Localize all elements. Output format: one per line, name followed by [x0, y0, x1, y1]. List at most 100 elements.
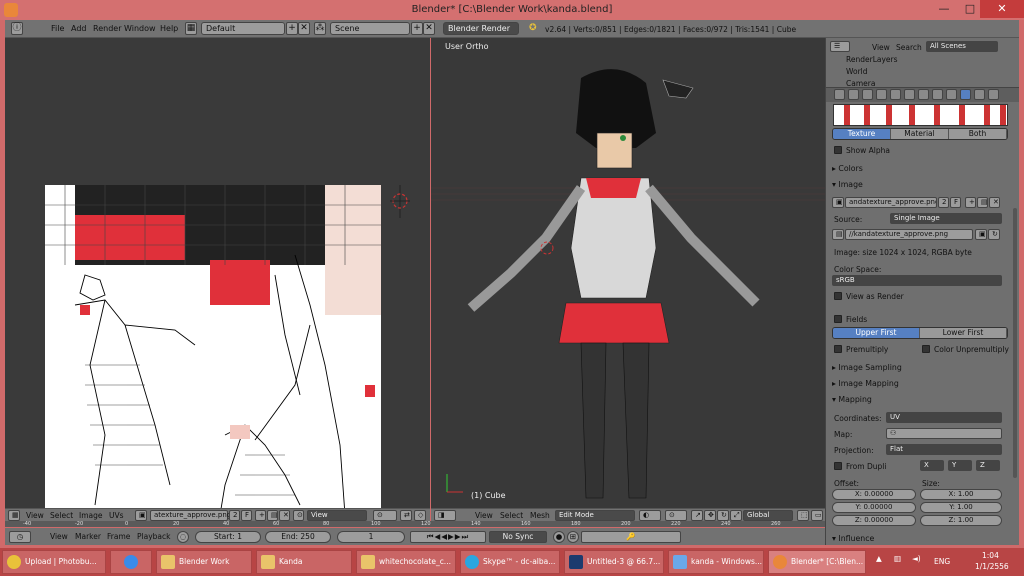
size-z-field[interactable]: Z: 1.00 — [920, 515, 1002, 526]
upper-first-button[interactable]: Upper First — [833, 328, 920, 338]
keying-set-icon[interactable]: ⊞ — [567, 531, 579, 543]
from-dupli-checkbox[interactable] — [834, 462, 842, 470]
file-browse-icon[interactable]: ▣ — [975, 229, 987, 240]
reload-icon[interactable]: ↻ — [988, 229, 1000, 240]
timeline-ruler[interactable]: -40 -20 0 20 40 60 80 100 120 140 160 18… — [5, 521, 825, 527]
scene-tab-icon[interactable] — [848, 89, 859, 100]
physics-tab-icon[interactable] — [988, 89, 999, 100]
current-frame-field[interactable]: 1 — [337, 531, 405, 543]
scene-remove-button[interactable]: ✕ — [423, 22, 435, 35]
modifiers-tab-icon[interactable] — [904, 89, 915, 100]
timeline-menu-view[interactable]: View — [50, 532, 68, 541]
lower-first-button[interactable]: Lower First — [920, 328, 1007, 338]
pin-icon[interactable]: ⊙ — [293, 510, 304, 521]
uv-select-mode-icon[interactable]: ◇ — [414, 510, 426, 521]
offset-z-field[interactable]: Z: 0.00000 — [832, 515, 916, 526]
image-mapping-panel-header[interactable]: ▸ Image Mapping — [832, 379, 1010, 388]
scene-add-button[interactable]: + — [411, 22, 423, 35]
timeline-editor-type-icon[interactable]: ◷ — [9, 531, 31, 543]
outliner-item-camera[interactable]: Camera — [846, 79, 875, 88]
size-x-field[interactable]: X: 1.00 — [920, 489, 1002, 500]
taskbar-item-chrome[interactable]: Upload | Photobu... — [2, 550, 106, 574]
uv-menu-uvs[interactable]: UVs — [109, 511, 124, 520]
show-alpha-checkbox[interactable] — [834, 146, 842, 154]
pivot-select[interactable]: ⊙ — [373, 510, 397, 521]
layout-field[interactable]: Default — [201, 22, 285, 35]
uv-image-editor[interactable] — [5, 38, 430, 521]
image-open-icon[interactable]: ▤ — [977, 197, 988, 208]
render-tab-icon[interactable] — [834, 89, 845, 100]
image-users[interactable]: 2 — [938, 197, 949, 208]
autokey-icon[interactable]: ● — [553, 531, 565, 543]
manipulator-toggle-icon[interactable]: ↗ — [691, 510, 703, 521]
properties-scrollbar[interactable] — [1013, 208, 1017, 478]
uv-texture-canvas[interactable] — [45, 185, 381, 521]
tab-both[interactable]: Both — [949, 129, 1007, 139]
color-space-select[interactable]: sRGB — [832, 275, 1002, 286]
uv-menu-image[interactable]: Image — [79, 511, 103, 520]
start-frame-field[interactable]: Start: 1 — [195, 531, 261, 543]
menu-file[interactable]: File — [51, 24, 64, 33]
outliner-editor-type-icon[interactable]: ☰ — [830, 41, 850, 52]
clock-date[interactable]: 1/1/2556 — [975, 562, 1009, 571]
image-unlink-button[interactable]: ✕ — [989, 197, 1000, 208]
end-frame-field[interactable]: End: 250 — [265, 531, 331, 543]
offset-y-field[interactable]: Y: 0.00000 — [832, 502, 916, 513]
timeline-menu-playback[interactable]: Playback — [137, 532, 170, 541]
texture-tab-icon[interactable] — [960, 89, 971, 100]
menu-window[interactable]: Window — [124, 24, 156, 33]
colors-panel-header[interactable]: ▸ Colors — [832, 164, 1010, 173]
scene-icon[interactable]: ⁂ — [314, 22, 326, 35]
axis-x-select[interactable]: X — [920, 460, 944, 471]
render-engine-select[interactable]: Blender Render — [443, 22, 519, 35]
filepath-field[interactable]: //kandatexture_approve.png — [845, 229, 973, 240]
bone-tab-icon[interactable] — [932, 89, 943, 100]
color-unpremultiply-checkbox[interactable] — [922, 345, 930, 353]
axis-y-select[interactable]: Y — [948, 460, 972, 471]
preview-range-icon[interactable]: ◌ — [177, 531, 189, 543]
pivot-point-select[interactable]: ⊙ — [665, 510, 687, 521]
clock-time[interactable]: 1:04 — [982, 551, 999, 560]
image-panel-header[interactable]: ▾ Image — [832, 180, 1010, 189]
particles-tab-icon[interactable] — [974, 89, 985, 100]
uv-image-add-button[interactable]: + — [255, 510, 266, 521]
timeline-menu-frame[interactable]: Frame — [107, 532, 130, 541]
uv-menu-select[interactable]: Select — [50, 511, 73, 520]
tab-material[interactable]: Material — [891, 129, 949, 139]
image-browse-icon[interactable]: ▣ — [832, 197, 844, 208]
influence-panel-header[interactable]: ▾ Influence — [832, 534, 1010, 543]
outliner-item-renderlayers[interactable]: RenderLayers — [846, 55, 898, 64]
outliner-menu-search[interactable]: Search — [896, 43, 922, 52]
orientation-select[interactable]: Global — [743, 510, 793, 521]
image-browse-icon[interactable]: ▣ — [135, 510, 147, 521]
fields-checkbox[interactable] — [834, 315, 842, 323]
layout-icon[interactable]: ▦ — [185, 22, 197, 35]
editor-type-icon[interactable]: ⓘ — [11, 22, 23, 35]
keying-set-field[interactable]: 🔑 — [581, 531, 681, 543]
uv-image-fake-user[interactable]: F — [241, 510, 252, 521]
taskbar-item-kanda[interactable]: Kanda — [256, 550, 352, 574]
view-as-render-checkbox[interactable] — [834, 292, 842, 300]
menu-add[interactable]: Add — [71, 24, 87, 33]
close-button[interactable]: ✕ — [980, 0, 1024, 18]
layout-remove-button[interactable]: ✕ — [298, 22, 310, 35]
object-tab-icon[interactable] — [876, 89, 887, 100]
source-select[interactable]: Single Image — [890, 213, 1002, 224]
menu-help[interactable]: Help — [160, 24, 178, 33]
constraints-tab-icon[interactable] — [890, 89, 901, 100]
layout-add-button[interactable]: + — [286, 22, 298, 35]
taskbar-item-ie[interactable] — [110, 550, 152, 574]
sync-selection-icon[interactable]: ⇄ — [400, 510, 412, 521]
image-name-field[interactable]: andatexture_approve.png — [845, 197, 937, 208]
outliner-item-world[interactable]: World — [846, 67, 868, 76]
scene-field[interactable]: Scene — [330, 22, 410, 35]
taskbar-item-whitechocolate[interactable]: whitechocolate_c... — [356, 550, 456, 574]
taskbar-item-explorer[interactable]: kanda - Windows... — [668, 550, 764, 574]
uv-editor-type-icon[interactable]: ▦ — [8, 510, 20, 521]
viewport-menu-mesh[interactable]: Mesh — [530, 511, 550, 520]
edge-select-icon[interactable]: ▭ — [811, 510, 823, 521]
network-icon[interactable]: ▥ — [894, 554, 901, 563]
viewport-menu-view[interactable]: View — [475, 511, 493, 520]
taskbar-item-blender-work[interactable]: Blender Work — [156, 550, 252, 574]
tab-texture[interactable]: Texture — [833, 129, 891, 139]
